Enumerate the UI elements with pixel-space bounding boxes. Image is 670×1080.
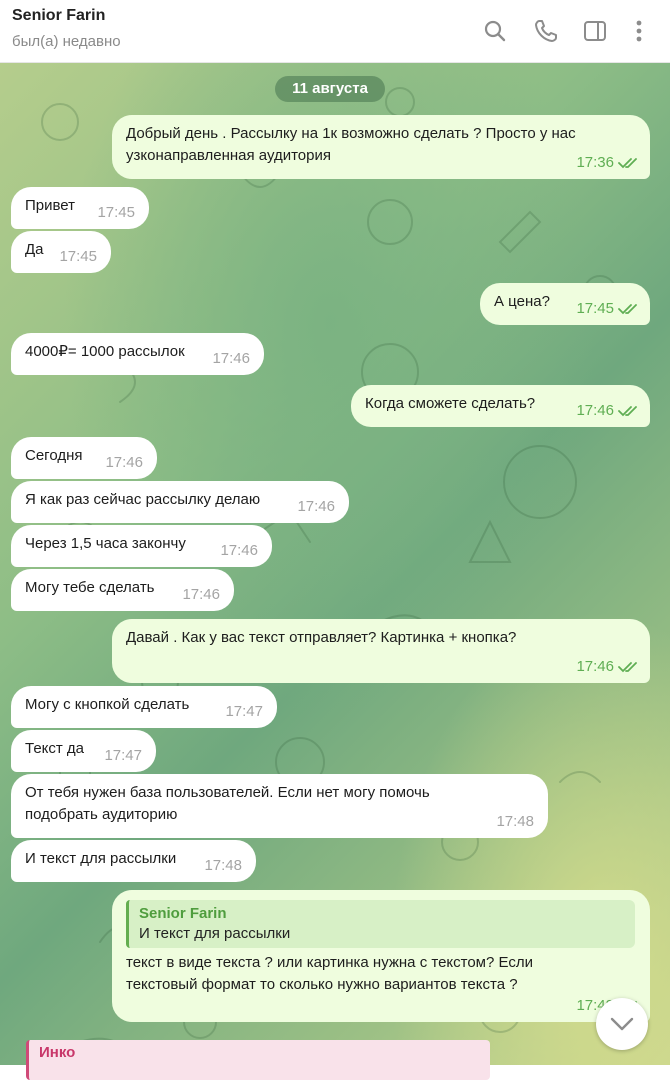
message-time: 17:46: [220, 542, 258, 559]
more-vertical-icon[interactable]: [626, 18, 652, 44]
message-time: 17:36: [576, 154, 614, 171]
chat-status: был(а) недавно: [12, 33, 121, 50]
message-bubble-incoming[interactable]: Я как раз сейчас рассылку делаю 17:46: [11, 481, 349, 523]
message-line: А цена?: [494, 293, 550, 310]
message-text: Давай . Как у вас текст отправляет? Карт…: [126, 627, 636, 649]
message-line: От тебя нужен база пользователей. Если н…: [25, 784, 430, 801]
message-bubble-incoming[interactable]: Текст да 17:47: [11, 730, 156, 772]
message-time: 17:46: [576, 402, 614, 419]
message-line: Добрый день . Рассылку на 1к возможно сд…: [126, 125, 576, 142]
message-time: 17:45: [97, 204, 135, 221]
message-bubble-outgoing[interactable]: Давай . Как у вас текст отправляет? Карт…: [112, 619, 650, 683]
message-bubble-incoming[interactable]: От тебя нужен база пользователей. Если н…: [11, 774, 548, 838]
message-bubble-outgoing[interactable]: Добрый день . Рассылку на 1к возможно сд…: [112, 115, 650, 179]
message-time: 17:47: [225, 703, 263, 720]
message-time: 17:45: [59, 248, 97, 265]
reply-quote[interactable]: Senior Farin И текст для рассылки: [126, 900, 635, 948]
message-bubble-incoming[interactable]: Сегодня 17:46: [11, 437, 157, 479]
message-line: узконаправленная аудитория: [126, 147, 331, 164]
double-check-icon: [618, 158, 637, 169]
message-time: 17:47: [104, 747, 142, 764]
double-check-icon: [618, 662, 637, 673]
message-line: Я как раз сейчас рассылку делаю: [25, 491, 261, 508]
message-text: А цена?: [494, 291, 636, 313]
message-text: От тебя нужен база пользователей. Если н…: [25, 782, 534, 826]
reply-quote-name: Senior Farin: [139, 905, 227, 922]
message-bubble-incoming[interactable]: Могу тебе сделать 17:46: [11, 569, 234, 611]
message-line: текстовый формат то сколько нужно вариан…: [126, 976, 518, 993]
date-separator: 11 августа: [275, 76, 385, 102]
message-text: Добрый день . Рассылку на 1к возможно сд…: [126, 123, 636, 167]
scroll-down-button[interactable]: [596, 998, 648, 1050]
message-line: подобрать аудиторию: [25, 806, 178, 823]
message-time: 17:46: [576, 658, 614, 675]
message-bubble-outgoing[interactable]: Когда сможете сделать? 17:46: [351, 385, 650, 427]
message-bubble-incoming[interactable]: И текст для рассылки 17:48: [11, 840, 256, 882]
message-bubble-incoming[interactable]: Привет 17:45: [11, 187, 149, 229]
reply-quote-text: И текст для рассылки: [139, 925, 291, 942]
message-bubble-incoming[interactable]: 4000₽= 1000 рассылок 17:46: [11, 333, 264, 375]
phone-icon[interactable]: [533, 18, 559, 44]
search-icon[interactable]: [482, 18, 508, 44]
chat-header: Senior Farin был(а) недавно: [0, 0, 670, 63]
message-time: 17:48: [496, 813, 534, 830]
message-line: текст в виде текста ? или картинка нужна…: [126, 954, 533, 971]
message-bubble-incoming[interactable]: Через 1,5 часа закончу 17:46: [11, 525, 272, 567]
message-text: Я как раз сейчас рассылку делаю: [25, 489, 335, 511]
message-bubble-outgoing[interactable]: А цена? 17:45: [480, 283, 650, 325]
message-bubble-incoming[interactable]: Да 17:45: [11, 231, 111, 273]
message-bubble-outgoing[interactable]: Senior Farin И текст для рассылки текст в …: [112, 890, 650, 1022]
message-time: 17:46: [297, 498, 335, 515]
chevron-down-icon: [610, 1017, 634, 1031]
message-time: 17:46: [105, 454, 143, 471]
double-check-icon: [618, 406, 637, 417]
chat-area[interactable]: 11 августа Добрый день . Рассылку на 1к …: [0, 62, 670, 1065]
double-check-icon: [618, 304, 637, 315]
message-bubble-incoming[interactable]: Могу с кнопкой сделать 17:47: [11, 686, 277, 728]
message-time: 17:48: [204, 857, 242, 874]
chat-title[interactable]: Senior Farin: [12, 7, 105, 25]
sidebar-toggle-icon[interactable]: [582, 18, 608, 44]
partial-reply-name: Инко: [39, 1044, 76, 1061]
message-line: Давай . Как у вас текст отправляет? Карт…: [126, 629, 517, 646]
message-time: 17:46: [182, 586, 220, 603]
message-time: 17:46: [212, 350, 250, 367]
message-text: текст в виде текста ? или картинка нужна…: [126, 952, 636, 996]
partial-reply-preview[interactable]: Инко: [26, 1040, 490, 1080]
message-time: 17:45: [576, 300, 614, 317]
